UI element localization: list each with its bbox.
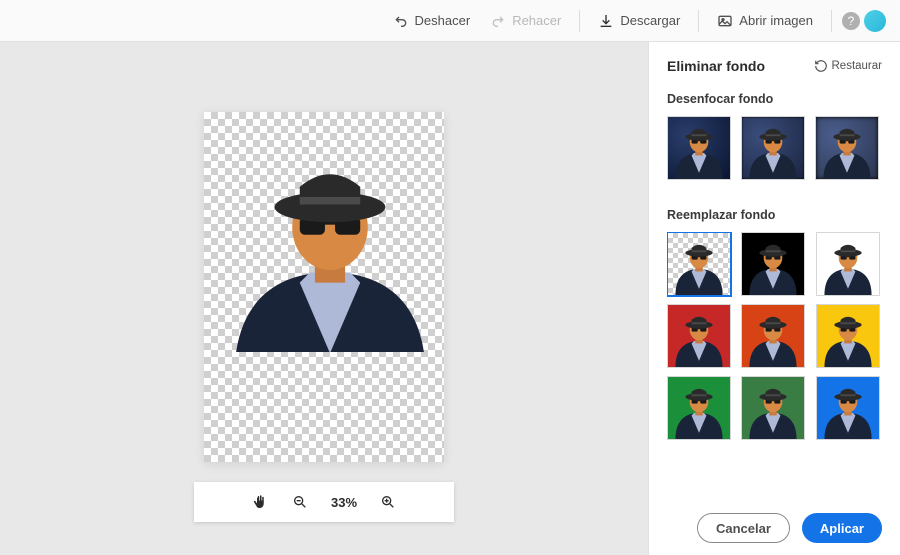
- zoom-out-icon: [292, 494, 308, 510]
- toolbar-separator: [698, 10, 699, 32]
- apply-label: Aplicar: [820, 521, 864, 536]
- hand-icon: [251, 493, 269, 511]
- canvas-area: 33%: [0, 42, 648, 555]
- redo-label: Rehacer: [512, 13, 561, 28]
- canvas-frame[interactable]: [204, 112, 444, 462]
- image-icon: [717, 13, 733, 29]
- apply-button[interactable]: Aplicar: [802, 513, 882, 543]
- redo-button: Rehacer: [482, 9, 569, 33]
- zoom-in-icon: [380, 494, 396, 510]
- zoom-bar: 33%: [194, 482, 454, 522]
- panel-header: Eliminar fondo Restaurar: [667, 58, 882, 74]
- replace-option-7[interactable]: [741, 376, 805, 440]
- replace-section-label: Reemplazar fondo: [667, 208, 882, 222]
- body: 33% Eliminar fondo Restaurar Desenfocar …: [0, 42, 900, 555]
- blur-section-label: Desenfocar fondo: [667, 92, 882, 106]
- download-button[interactable]: Descargar: [590, 9, 688, 33]
- blur-option-2[interactable]: [741, 116, 805, 180]
- replace-options: [667, 232, 882, 501]
- zoom-out-button[interactable]: [291, 493, 309, 511]
- app-root: Deshacer Rehacer Descargar Abrir imagen …: [0, 0, 900, 555]
- cancel-label: Cancelar: [716, 521, 771, 536]
- replace-option-0[interactable]: [667, 232, 731, 296]
- replace-option-8[interactable]: [816, 376, 880, 440]
- toolbar-separator: [831, 10, 832, 32]
- avatar[interactable]: [864, 10, 886, 32]
- toolbar-separator: [579, 10, 580, 32]
- blur-option-3[interactable]: [815, 116, 879, 180]
- undo-icon: [393, 13, 409, 29]
- zoom-level: 33%: [331, 495, 357, 510]
- open-image-button[interactable]: Abrir imagen: [709, 9, 821, 33]
- cancel-button[interactable]: Cancelar: [697, 513, 790, 543]
- undo-label: Deshacer: [415, 13, 471, 28]
- undo-button[interactable]: Deshacer: [385, 9, 479, 33]
- replace-option-6[interactable]: [667, 376, 731, 440]
- open-image-label: Abrir imagen: [739, 13, 813, 28]
- panel-title: Eliminar fondo: [667, 58, 765, 74]
- blur-option-1[interactable]: [667, 116, 731, 180]
- help-button[interactable]: ?: [842, 12, 860, 30]
- pan-tool[interactable]: [251, 493, 269, 511]
- restore-label: Restaurar: [832, 60, 883, 72]
- replace-option-4[interactable]: [741, 304, 805, 368]
- zoom-in-button[interactable]: [379, 493, 397, 511]
- download-icon: [598, 13, 614, 29]
- restore-button[interactable]: Restaurar: [814, 59, 883, 73]
- blur-options: [667, 116, 882, 180]
- restore-icon: [814, 59, 828, 73]
- panel-footer: Cancelar Aplicar: [667, 501, 882, 543]
- replace-option-5[interactable]: [816, 304, 880, 368]
- replace-option-1[interactable]: [741, 232, 805, 296]
- download-label: Descargar: [620, 13, 680, 28]
- redo-icon: [490, 13, 506, 29]
- right-panel: Eliminar fondo Restaurar Desenfocar fond…: [648, 42, 900, 555]
- replace-option-3[interactable]: [667, 304, 731, 368]
- top-toolbar: Deshacer Rehacer Descargar Abrir imagen …: [0, 0, 900, 42]
- subject-image: [204, 112, 444, 352]
- replace-option-2[interactable]: [816, 232, 880, 296]
